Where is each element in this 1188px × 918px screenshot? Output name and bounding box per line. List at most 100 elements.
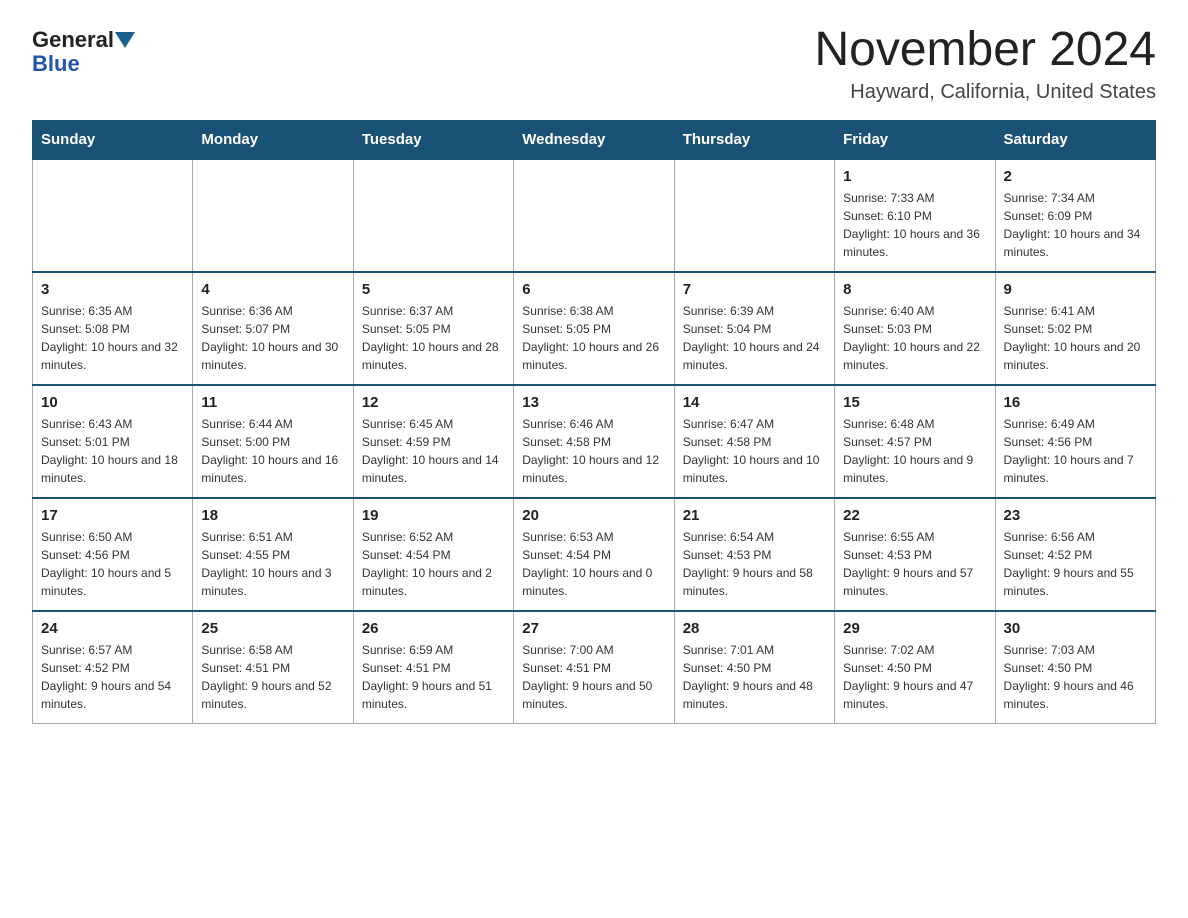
day-number: 5 (362, 281, 505, 298)
calendar-cell: 17Sunrise: 6:50 AMSunset: 4:56 PMDayligh… (33, 498, 193, 611)
day-info: Sunrise: 6:39 AMSunset: 5:04 PMDaylight:… (683, 302, 826, 374)
day-info: Sunrise: 6:56 AMSunset: 4:52 PMDaylight:… (1004, 528, 1147, 600)
weekday-header-row: Sunday Monday Tuesday Wednesday Thursday… (33, 120, 1156, 159)
day-number: 11 (201, 394, 344, 411)
title-area: November 2024 Hayward, California, Unite… (814, 24, 1156, 104)
day-info: Sunrise: 6:54 AMSunset: 4:53 PMDaylight:… (683, 528, 826, 600)
day-info: Sunrise: 6:43 AMSunset: 5:01 PMDaylight:… (41, 415, 184, 487)
calendar-title: November 2024 (814, 24, 1156, 77)
header-saturday: Saturday (995, 120, 1155, 159)
calendar-cell: 23 Sunrise: 6:56 AMSunset: 4:52 PMDayligh… (995, 498, 1155, 611)
day-number: 8 (843, 281, 986, 298)
calendar-cell (514, 159, 674, 272)
day-number: 19 (362, 507, 505, 524)
logo: General Blue (32, 24, 135, 76)
day-number: 28 (683, 620, 826, 637)
calendar-cell: 25 Sunrise: 6:58 AMSunset: 4:51 PMDayligh… (193, 611, 353, 724)
calendar-cell: 10 Sunrise: 6:43 AMSunset: 5:01 PMDayligh… (33, 385, 193, 498)
day-number: 6 (522, 281, 665, 298)
day-number: 20 (522, 507, 665, 524)
calendar-cell (353, 159, 513, 272)
day-info: Sunrise: 6:45 AMSunset: 4:59 PMDaylight:… (362, 415, 505, 487)
day-number: 27 (522, 620, 665, 637)
day-number: 30 (1004, 620, 1147, 637)
day-number: 18 (201, 507, 344, 524)
day-info: Sunrise: 6:46 AMSunset: 4:58 PMDaylight:… (522, 415, 665, 487)
week-row-4: 17Sunrise: 6:50 AMSunset: 4:56 PMDayligh… (33, 498, 1156, 611)
day-number: 23 (1004, 507, 1147, 524)
calendar-cell: 8 Sunrise: 6:40 AMSunset: 5:03 PMDaylight… (835, 272, 995, 385)
page-header: General Blue November 2024 Hayward, Cali… (32, 24, 1156, 104)
calendar-cell: 20 Sunrise: 6:53 AMSunset: 4:54 PMDayligh… (514, 498, 674, 611)
day-info: Sunrise: 6:51 AMSunset: 4:55 PMDaylight:… (201, 528, 344, 600)
day-info: Sunrise: 6:52 AMSunset: 4:54 PMDaylight:… (362, 528, 505, 600)
header-friday: Friday (835, 120, 995, 159)
week-row-2: 3 Sunrise: 6:35 AMSunset: 5:08 PMDaylight… (33, 272, 1156, 385)
day-info: Sunrise: 6:58 AMSunset: 4:51 PMDaylight:… (201, 641, 344, 713)
calendar-subtitle: Hayward, California, United States (814, 81, 1156, 104)
day-info: Sunrise: 7:02 AMSunset: 4:50 PMDaylight:… (843, 641, 986, 713)
calendar-cell: 15 Sunrise: 6:48 AMSunset: 4:57 PMDayligh… (835, 385, 995, 498)
calendar-cell: 4 Sunrise: 6:36 AMSunset: 5:07 PMDaylight… (193, 272, 353, 385)
day-info: Sunrise: 6:36 AMSunset: 5:07 PMDaylight:… (201, 302, 344, 374)
logo-general-text: General (32, 28, 114, 52)
header-wednesday: Wednesday (514, 120, 674, 159)
day-number: 13 (522, 394, 665, 411)
calendar-table: Sunday Monday Tuesday Wednesday Thursday… (32, 120, 1156, 724)
calendar-cell: 27Sunrise: 7:00 AMSunset: 4:51 PMDayligh… (514, 611, 674, 724)
day-info: Sunrise: 6:55 AMSunset: 4:53 PMDaylight:… (843, 528, 986, 600)
calendar-cell (33, 159, 193, 272)
day-info: Sunrise: 7:01 AMSunset: 4:50 PMDaylight:… (683, 641, 826, 713)
calendar-cell: 2 Sunrise: 7:34 AMSunset: 6:09 PMDaylight… (995, 159, 1155, 272)
calendar-cell: 5 Sunrise: 6:37 AMSunset: 5:05 PMDaylight… (353, 272, 513, 385)
calendar-cell: 6 Sunrise: 6:38 AMSunset: 5:05 PMDaylight… (514, 272, 674, 385)
day-number: 3 (41, 281, 184, 298)
day-info: Sunrise: 7:33 AMSunset: 6:10 PMDaylight:… (843, 189, 986, 261)
header-thursday: Thursday (674, 120, 834, 159)
week-row-1: 1 Sunrise: 7:33 AMSunset: 6:10 PMDaylight… (33, 159, 1156, 272)
calendar-cell: 7 Sunrise: 6:39 AMSunset: 5:04 PMDaylight… (674, 272, 834, 385)
calendar-cell: 12Sunrise: 6:45 AMSunset: 4:59 PMDayligh… (353, 385, 513, 498)
day-number: 24 (41, 620, 184, 637)
calendar-cell: 22 Sunrise: 6:55 AMSunset: 4:53 PMDayligh… (835, 498, 995, 611)
calendar-cell: 26Sunrise: 6:59 AMSunset: 4:51 PMDayligh… (353, 611, 513, 724)
calendar-cell: 14 Sunrise: 6:47 AMSunset: 4:58 PMDayligh… (674, 385, 834, 498)
day-number: 26 (362, 620, 505, 637)
day-number: 15 (843, 394, 986, 411)
day-number: 2 (1004, 168, 1147, 185)
day-info: Sunrise: 6:38 AMSunset: 5:05 PMDaylight:… (522, 302, 665, 374)
day-number: 4 (201, 281, 344, 298)
calendar-cell: 13 Sunrise: 6:46 AMSunset: 4:58 PMDayligh… (514, 385, 674, 498)
calendar-cell: 3 Sunrise: 6:35 AMSunset: 5:08 PMDaylight… (33, 272, 193, 385)
day-info: Sunrise: 6:44 AMSunset: 5:00 PMDaylight:… (201, 415, 344, 487)
day-info: Sunrise: 6:37 AMSunset: 5:05 PMDaylight:… (362, 302, 505, 374)
day-number: 22 (843, 507, 986, 524)
day-info: Sunrise: 6:40 AMSunset: 5:03 PMDaylight:… (843, 302, 986, 374)
calendar-cell: 9Sunrise: 6:41 AMSunset: 5:02 PMDaylight… (995, 272, 1155, 385)
day-info: Sunrise: 6:48 AMSunset: 4:57 PMDaylight:… (843, 415, 986, 487)
day-info: Sunrise: 7:34 AMSunset: 6:09 PMDaylight:… (1004, 189, 1147, 261)
calendar-cell: 19 Sunrise: 6:52 AMSunset: 4:54 PMDayligh… (353, 498, 513, 611)
day-info: Sunrise: 6:49 AMSunset: 4:56 PMDaylight:… (1004, 415, 1147, 487)
logo-triangle-icon (115, 32, 135, 48)
day-info: Sunrise: 6:53 AMSunset: 4:54 PMDaylight:… (522, 528, 665, 600)
header-monday: Monday (193, 120, 353, 159)
day-number: 1 (843, 168, 986, 185)
day-number: 7 (683, 281, 826, 298)
day-number: 16 (1004, 394, 1147, 411)
week-row-5: 24Sunrise: 6:57 AMSunset: 4:52 PMDayligh… (33, 611, 1156, 724)
day-number: 10 (41, 394, 184, 411)
calendar-cell (193, 159, 353, 272)
day-number: 9 (1004, 281, 1147, 298)
day-number: 25 (201, 620, 344, 637)
header-sunday: Sunday (33, 120, 193, 159)
day-info: Sunrise: 6:50 AMSunset: 4:56 PMDaylight:… (41, 528, 184, 600)
day-number: 14 (683, 394, 826, 411)
calendar-cell: 24Sunrise: 6:57 AMSunset: 4:52 PMDayligh… (33, 611, 193, 724)
calendar-cell: 18 Sunrise: 6:51 AMSunset: 4:55 PMDayligh… (193, 498, 353, 611)
day-info: Sunrise: 6:47 AMSunset: 4:58 PMDaylight:… (683, 415, 826, 487)
calendar-cell: 29Sunrise: 7:02 AMSunset: 4:50 PMDayligh… (835, 611, 995, 724)
calendar-cell: 1 Sunrise: 7:33 AMSunset: 6:10 PMDaylight… (835, 159, 995, 272)
calendar-cell (674, 159, 834, 272)
day-info: Sunrise: 6:35 AMSunset: 5:08 PMDaylight:… (41, 302, 184, 374)
